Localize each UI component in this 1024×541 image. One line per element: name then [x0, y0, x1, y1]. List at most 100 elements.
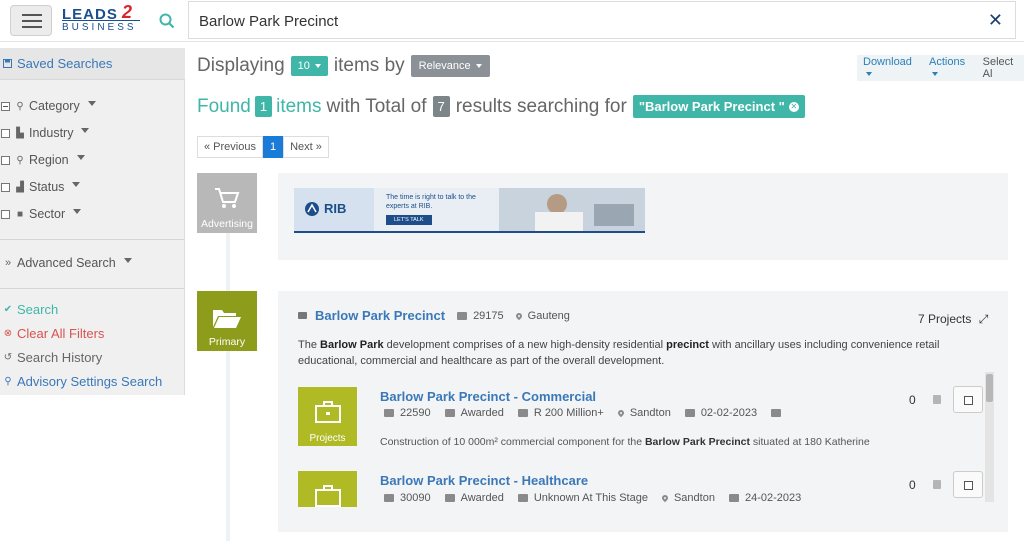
category-checkbox[interactable] [1, 101, 10, 111]
with-total-label: with Total of [326, 95, 427, 117]
sort-dropdown[interactable]: Relevance [410, 55, 490, 77]
previous-page-button[interactable]: « Previous [197, 136, 263, 158]
money-icon [517, 409, 528, 417]
project-count: 0 [909, 478, 916, 492]
briefcase-icon [315, 401, 341, 423]
results-toolbar: Displaying 10 items by Relevance [197, 55, 490, 77]
ad-cta-button[interactable]: LET'S TALK [386, 215, 432, 225]
chevron-down-icon [72, 181, 81, 187]
cart-icon [215, 188, 240, 208]
remove-query-icon[interactable]: ✕ [788, 101, 799, 112]
caret-icon [475, 64, 482, 69]
search-history-label: Search History [17, 350, 103, 365]
primary-project-link[interactable]: Barlow Park Precinct [315, 308, 445, 323]
desc-bold: precinct [666, 339, 709, 351]
download-label: Download [863, 56, 912, 68]
camera-icon[interactable] [771, 409, 782, 417]
logo[interactable]: LEADS 2 BUSINESS [62, 2, 142, 36]
chevron-down-icon [123, 257, 132, 263]
project-title-prefix: Barlow Park Precinct - [380, 473, 522, 488]
actions-dropdown[interactable]: Actions [929, 56, 973, 80]
saved-searches-link[interactable]: Saved Searches [17, 56, 112, 71]
found-count: 1 [254, 96, 273, 117]
filter-industry[interactable]: ▙ Industry [0, 122, 90, 144]
desc-text: development comprises of a new high-dens… [383, 339, 667, 351]
expand-icon[interactable]: ⤢ [979, 312, 989, 326]
query-tag[interactable]: "Barlow Park Precinct " ✕ [632, 95, 805, 118]
project-select-checkbox[interactable] [953, 386, 983, 413]
filter-region[interactable]: ⚲ Region [0, 149, 85, 171]
advisory-settings-action[interactable]: ⚲ Advisory Settings Search [2, 374, 162, 389]
status-checkbox[interactable] [1, 182, 10, 192]
ad-photo-screen [594, 204, 634, 226]
download-dropdown[interactable]: Download [863, 56, 919, 80]
project-id: 30090 [400, 492, 431, 504]
divider [0, 288, 185, 289]
primary-label: Primary [208, 336, 246, 348]
search-input[interactable] [199, 8, 959, 34]
rib-logo-icon [305, 202, 319, 216]
bulk-actions-bar: Download Actions Select Al [857, 55, 1024, 81]
project-meta: 30090 Awarded Unknown At This Stage Sand… [384, 492, 815, 504]
filter-status[interactable]: ▟ Status [0, 176, 81, 198]
items-by-label: items by [333, 55, 405, 76]
briefcase-icon [384, 409, 394, 417]
filter-label: Status [29, 180, 65, 194]
clear-search-icon[interactable]: ✕ [988, 10, 1003, 31]
chevron-down-icon [76, 154, 85, 160]
sector-checkbox[interactable] [1, 209, 10, 219]
projects-count[interactable]: 7 Projects ⤢ [918, 312, 988, 327]
project-select-checkbox[interactable] [953, 471, 983, 498]
page-1-button[interactable]: 1 [262, 136, 284, 158]
filter-label: Category [29, 99, 80, 113]
primary-description: The Barlow Park development comprises of… [298, 337, 988, 369]
filter-label: Sector [29, 207, 66, 221]
search-icon[interactable] [158, 12, 176, 30]
briefcase-icon [457, 311, 468, 320]
clear-filters-action[interactable]: ⊗ Clear All Filters [2, 326, 105, 341]
caret-icon [314, 64, 321, 69]
project-list-scrollbar[interactable] [985, 372, 994, 502]
advanced-search-toggle[interactable]: » Advanced Search [2, 252, 132, 274]
project-meta: 22590 Awarded R 200 Million+ Sandton 02-… [384, 407, 787, 419]
logo-underline [62, 20, 140, 21]
caret-icon [866, 72, 872, 77]
next-page-button[interactable]: Next » [283, 136, 329, 158]
money-icon [517, 494, 528, 502]
search-history-action[interactable]: ↺ Search History [2, 350, 102, 365]
ad-banner[interactable]: RIB The time is right to talk to the exp… [294, 188, 645, 233]
trash-icon[interactable] [933, 395, 941, 404]
project-tile [298, 471, 357, 507]
hamburger-line [22, 26, 42, 28]
ad-photo [499, 188, 645, 231]
project-count: 0 [909, 393, 916, 407]
search-action-label: Search [17, 302, 59, 317]
briefcase-icon [315, 485, 341, 507]
region-checkbox[interactable] [1, 155, 10, 165]
primary-tile: Primary [197, 291, 257, 351]
project-id: 22590 [400, 407, 431, 419]
search-action[interactable]: ✔ Search [2, 302, 58, 317]
select-all-link[interactable]: Select Al [983, 56, 1024, 80]
project-title-link[interactable]: Barlow Park Precinct - Healthcare [380, 473, 588, 488]
filter-category[interactable]: ⚲ Category [0, 95, 96, 117]
trash-icon[interactable] [933, 480, 941, 489]
location-pin-icon [616, 408, 626, 418]
floppy-icon [3, 59, 12, 68]
filter-label: Region [29, 153, 69, 167]
project-title-link[interactable]: Barlow Park Precinct - Commercial [380, 389, 596, 404]
ad-photo-person [547, 194, 567, 214]
scrollbar-thumb[interactable] [986, 374, 993, 402]
advanced-search-label: Advanced Search [17, 256, 116, 270]
saved-searches-row[interactable]: Saved Searches [0, 48, 185, 80]
chevron-down-icon [87, 100, 96, 106]
chart-icon: ▙ [16, 127, 24, 139]
projects-count-label: 7 Projects [918, 312, 972, 326]
filter-sector[interactable]: ■ Sector [0, 203, 82, 225]
primary-id: 29175 [473, 309, 504, 322]
status-icon: ▟ [16, 181, 24, 193]
per-page-dropdown[interactable]: 10 [290, 56, 328, 76]
industry-checkbox[interactable] [1, 128, 10, 138]
menu-toggle-button[interactable] [10, 5, 52, 36]
sort-value: Relevance [418, 60, 471, 72]
